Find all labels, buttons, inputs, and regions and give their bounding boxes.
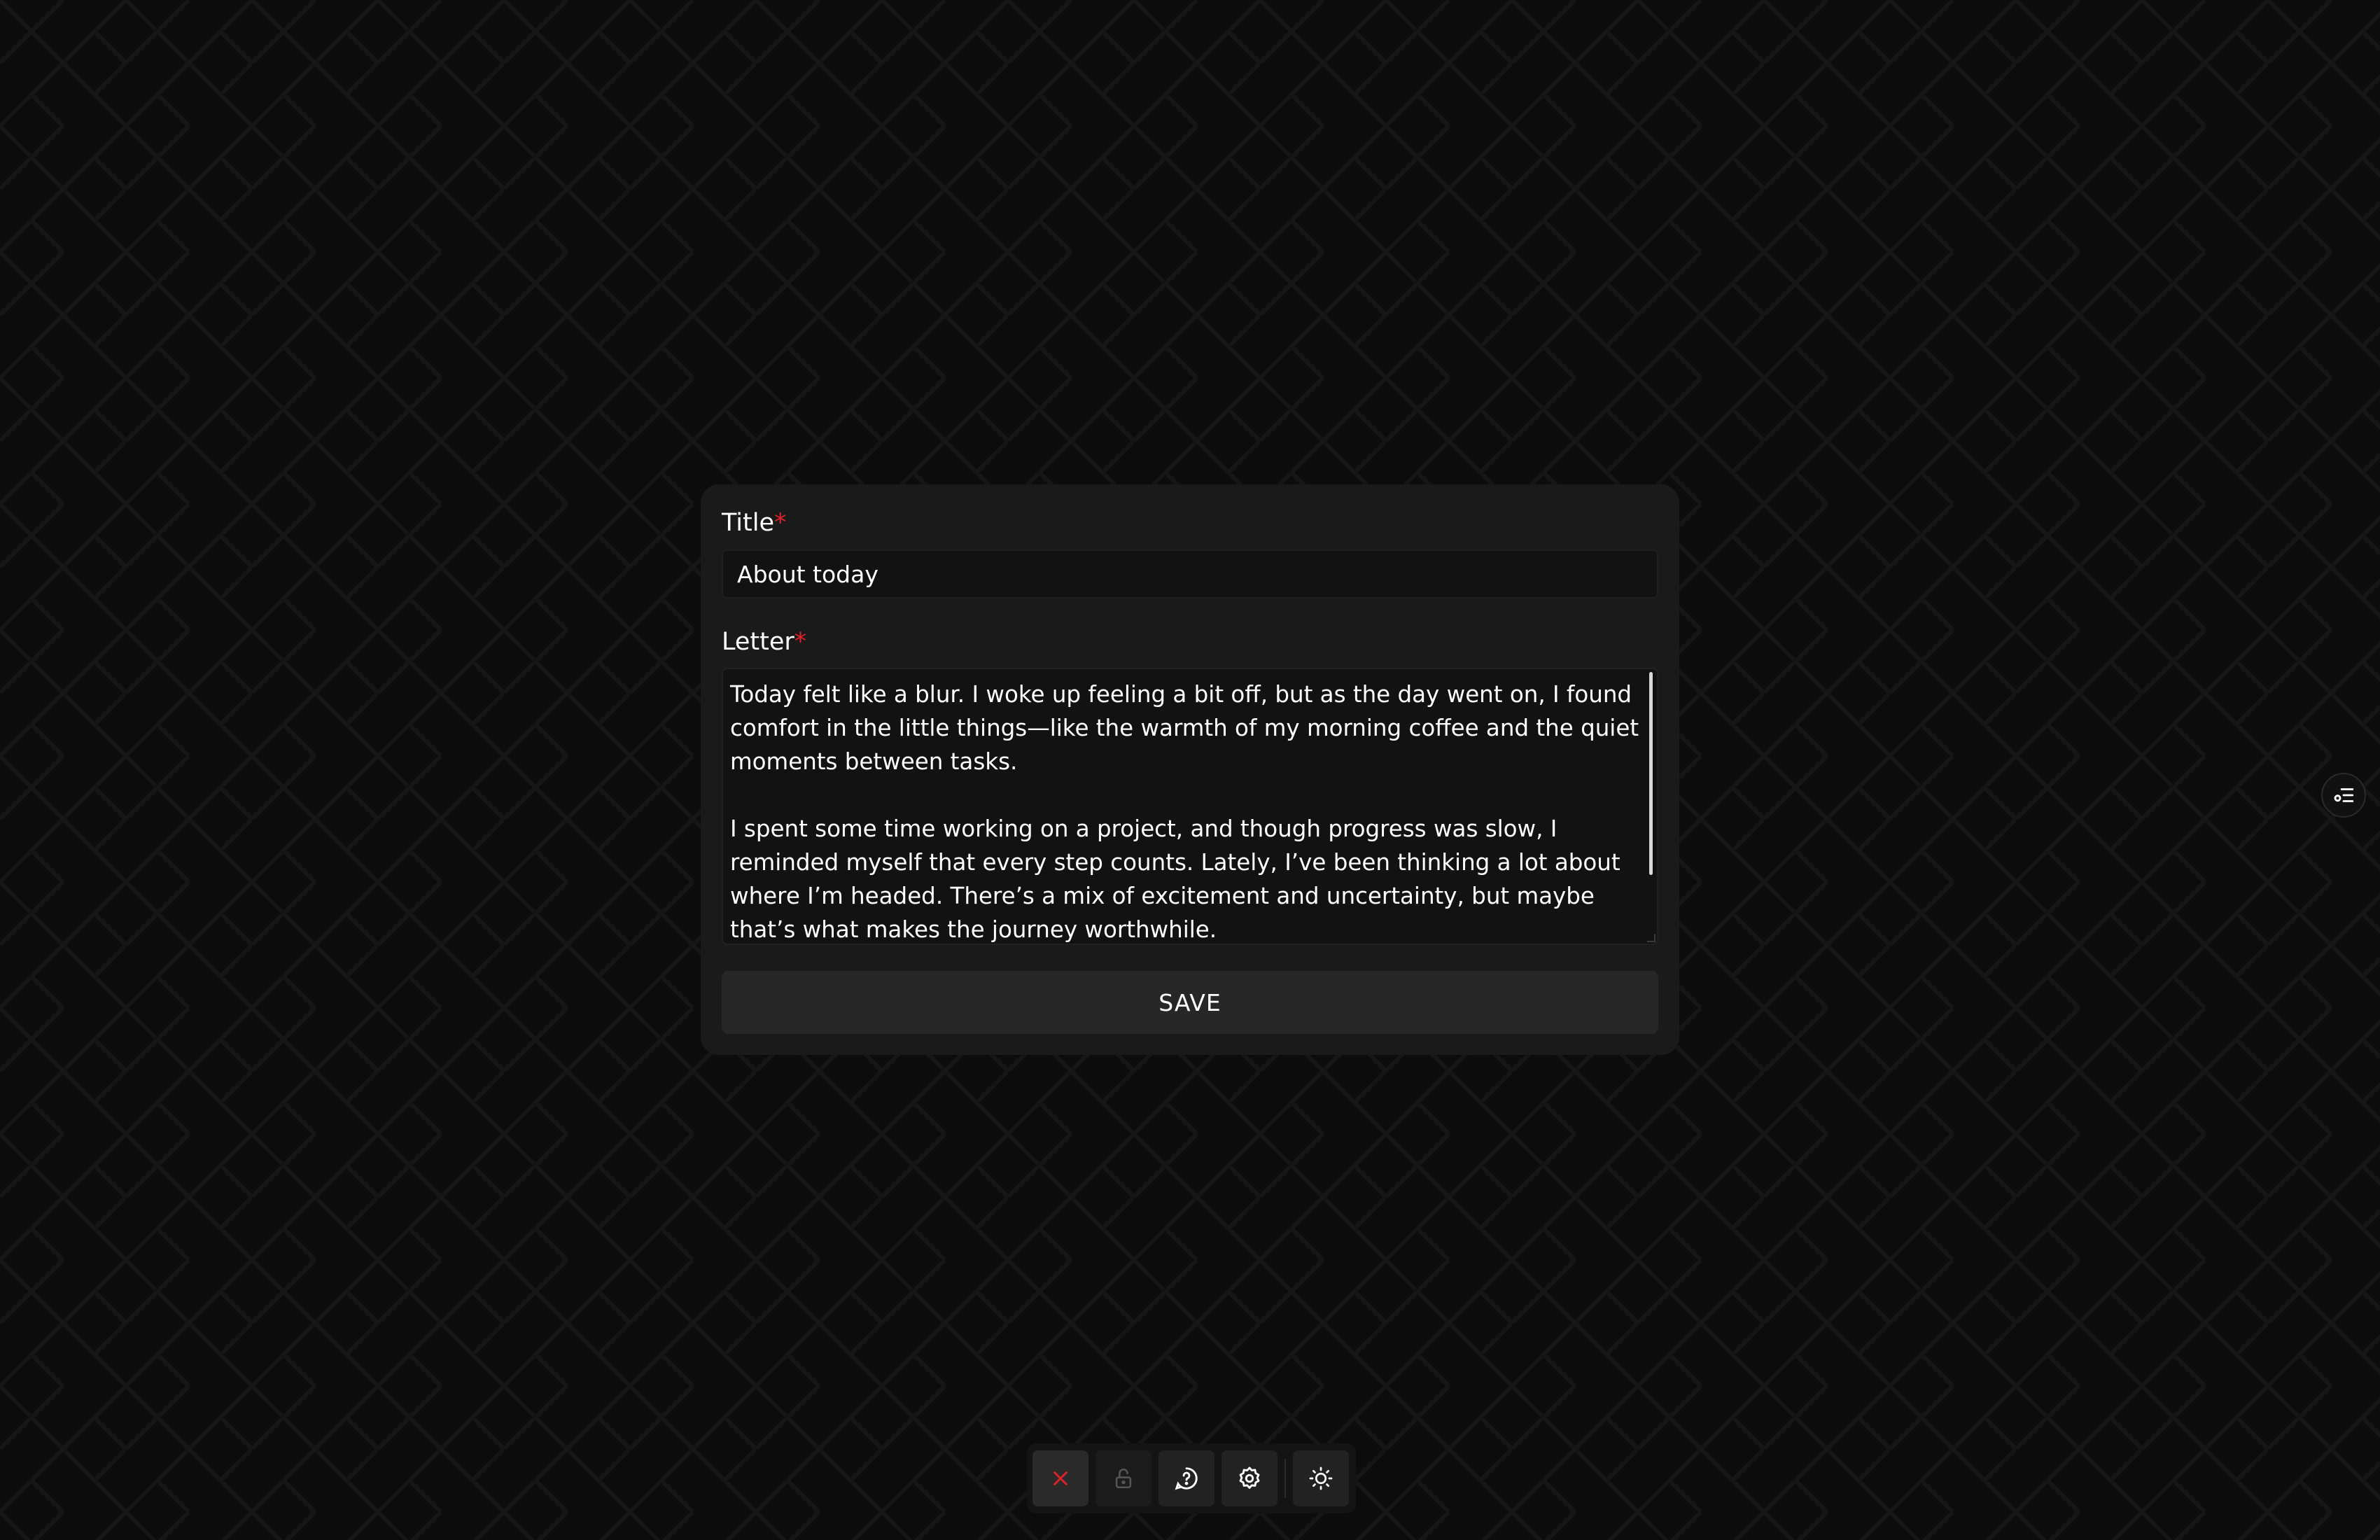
letter-label: Letter* [722, 630, 806, 654]
title-label-text: Title [722, 509, 775, 537]
lock-button[interactable] [1096, 1450, 1152, 1506]
letter-form-card: Title* Letter* Today felt like a blur. I… [701, 484, 1679, 1055]
close-x-icon [1054, 1471, 1068, 1485]
toolbar-divider [1284, 1459, 1286, 1498]
theme-toggle-button[interactable] [1293, 1450, 1349, 1506]
save-button[interactable]: SAVE [722, 971, 1658, 1034]
lock-icon [1115, 1469, 1132, 1489]
title-input[interactable] [722, 550, 1658, 598]
settings-button[interactable] [1222, 1450, 1278, 1506]
letter-required-mark: * [794, 628, 807, 656]
sun-icon [1309, 1466, 1333, 1490]
list-settings-icon [2334, 788, 2354, 802]
title-label: Title* [722, 511, 787, 536]
help-button[interactable] [1158, 1450, 1214, 1506]
letter-label-text: Letter [722, 628, 794, 656]
title-required-mark: * [774, 509, 787, 537]
resize-handle[interactable] [1647, 934, 1656, 942]
side-panel-toggle[interactable] [2321, 773, 2366, 818]
letter-text[interactable]: Today felt like a blur. I woke up feelin… [730, 678, 1654, 944]
help-chat-icon [1175, 1467, 1198, 1490]
bottom-toolbar [1027, 1443, 1356, 1513]
gear-icon [1239, 1466, 1260, 1489]
close-button[interactable] [1032, 1450, 1088, 1506]
letter-textarea[interactable]: Today felt like a blur. I woke up feelin… [722, 668, 1658, 945]
letter-scrollbar[interactable] [1649, 672, 1653, 875]
